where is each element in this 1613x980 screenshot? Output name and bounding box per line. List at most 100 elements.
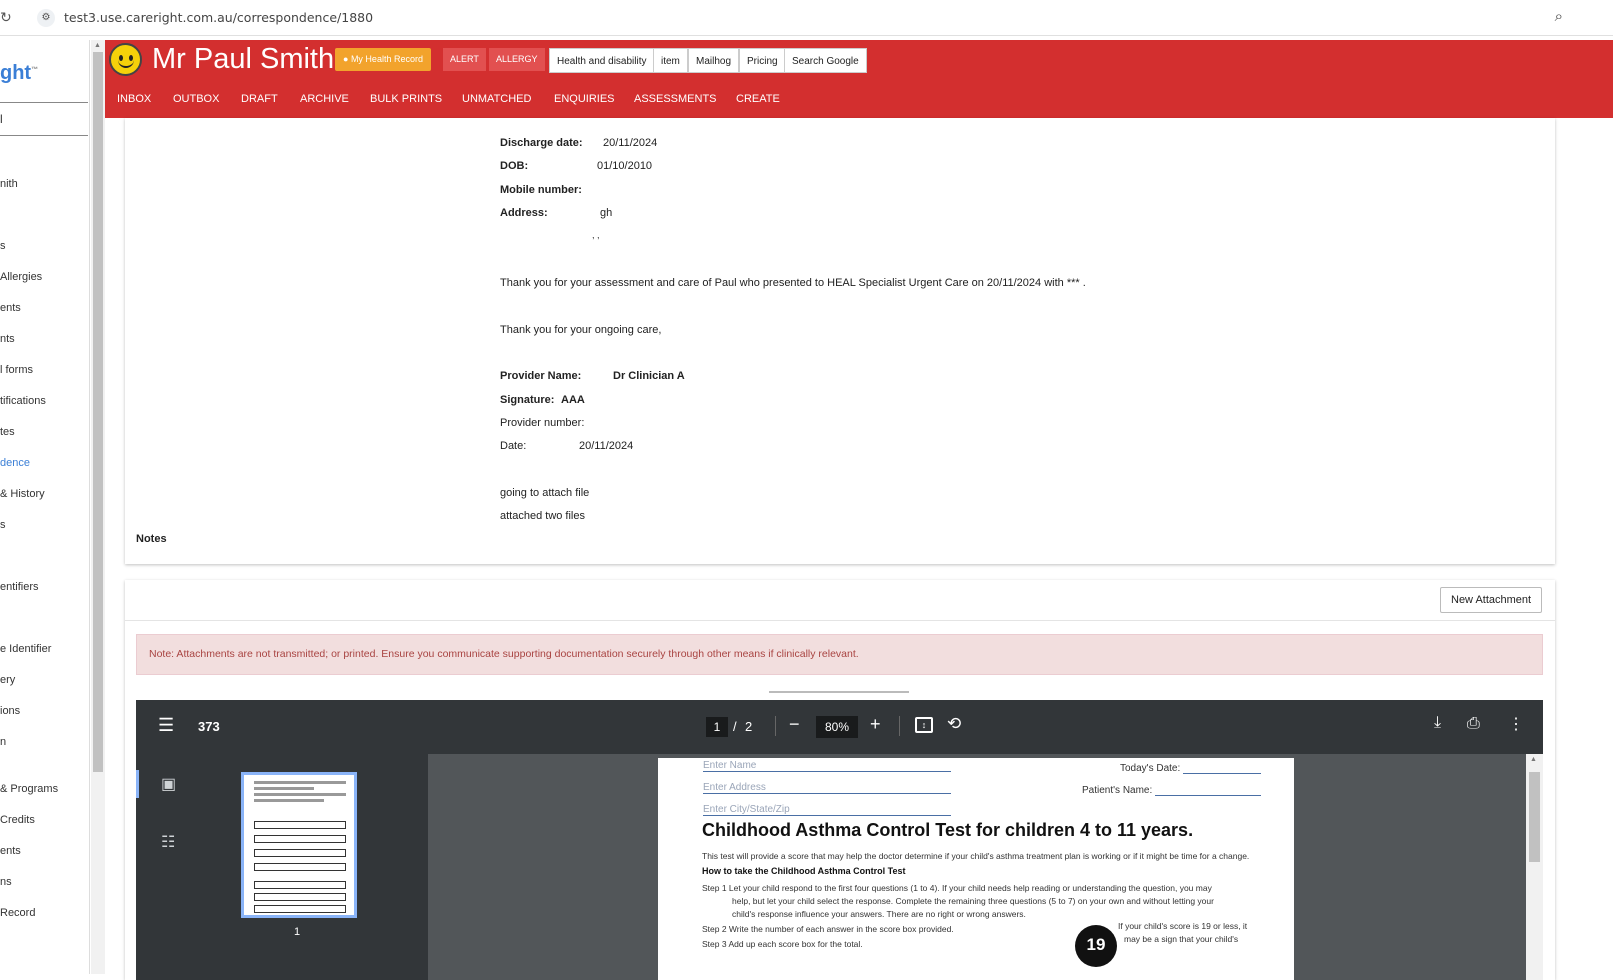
sidebar-item-10[interactable]: s: [0, 519, 6, 531]
patients-name-label: Patient's Name:: [1082, 785, 1153, 796]
sidebar-item-2[interactable]: Allergies: [0, 271, 42, 283]
address-line2: , ,: [592, 230, 600, 240]
tab-bulk-prints[interactable]: BULK PRINTS: [370, 93, 442, 105]
zoom-input[interactable]: 80%: [816, 716, 858, 738]
sidebar-item-5[interactable]: l forms: [0, 364, 33, 376]
rotate-icon[interactable]: ⟲: [947, 714, 961, 734]
tab-archive[interactable]: ARCHIVE: [300, 93, 349, 105]
pdf-scrollbar[interactable]: ▲: [1526, 754, 1543, 980]
provider-number-label: Provider number:: [500, 417, 585, 429]
sidebar-item-14[interactable]: ions: [0, 705, 20, 717]
pdf-toolbar: ☰ 373 1 / 2 − 80% + ↕ ⟲ ⤓ ⎙ ⋮: [136, 700, 1543, 754]
page-number-input[interactable]: 1: [706, 717, 728, 737]
enter-city-field[interactable]: Enter City/State/Zip: [703, 804, 951, 816]
enter-name-field[interactable]: Enter Name: [703, 760, 951, 772]
browser-address-bar: ↻ ⚙ test3.use.careright.com.au/correspon…: [0, 0, 1613, 36]
zoom-out-icon[interactable]: −: [789, 714, 800, 735]
tab-inbox[interactable]: INBOX: [117, 93, 151, 105]
zoom-in-icon[interactable]: +: [870, 714, 881, 735]
sidebar-item-6[interactable]: tifications: [0, 395, 46, 407]
pdf-document-title: Childhood Asthma Control Test for childr…: [702, 820, 1194, 840]
smiley-avatar-icon: [109, 43, 142, 76]
thumbnail-page-number: 1: [294, 926, 301, 938]
sidebar-item-15[interactable]: n: [0, 736, 6, 748]
site-settings-icon[interactable]: ⚙: [37, 9, 55, 27]
badge-text-line1: If your child's score is 19 or less, it: [1118, 921, 1248, 931]
pdf-step2: Step 2 Write the number of each answer i…: [702, 924, 954, 934]
pdf-step1-line1: Step 1 Let your child respond to the fir…: [702, 883, 1212, 893]
sidebar-item-1[interactable]: s: [0, 240, 6, 252]
link-item[interactable]: item: [653, 48, 688, 73]
sidebar-scrollbar[interactable]: ▲: [91, 40, 105, 974]
sidebar-item-8[interactable]: dence: [0, 457, 30, 469]
notes-heading: Notes: [136, 533, 167, 545]
signature-value: AAA: [561, 394, 585, 406]
discharge-date-label: Discharge date:: [500, 137, 583, 149]
resize-handle[interactable]: [769, 691, 909, 693]
patients-name-field[interactable]: [1155, 782, 1261, 796]
reload-icon[interactable]: ↻: [0, 9, 12, 26]
download-icon[interactable]: ⤓: [1434, 714, 1441, 732]
my-health-record-button[interactable]: ● My Health Record: [335, 48, 431, 71]
pdf-title: 373: [198, 719, 220, 734]
sidebar-item-20[interactable]: Record: [0, 907, 35, 919]
tab-outbox[interactable]: OUTBOX: [173, 93, 219, 105]
sidebar-selector[interactable]: l: [0, 112, 3, 126]
tab-assessments[interactable]: ASSESSMENTS: [634, 93, 717, 105]
print-icon[interactable]: ⎙: [1467, 715, 1480, 733]
sidebar-item-7[interactable]: tes: [0, 426, 15, 438]
date-label: Date:: [500, 440, 527, 452]
page-separator: /: [733, 719, 737, 734]
sidebar-item-4[interactable]: nts: [0, 333, 15, 345]
tab-enquiries[interactable]: ENQUIRIES: [554, 93, 615, 105]
left-sidebar: ght™ l nith s Allergies ents nts l forms tifi…: [0, 40, 90, 974]
enter-address-field[interactable]: Enter Address: [703, 782, 951, 794]
allergy-button[interactable]: ALLERGY: [489, 48, 545, 71]
url-text[interactable]: test3.use.careright.com.au/correspondenc…: [64, 10, 373, 25]
sidebar-item-19[interactable]: ns: [0, 876, 12, 888]
todays-date-field[interactable]: [1183, 760, 1261, 774]
pdf-how-to-heading: How to take the Childhood Asthma Control…: [702, 866, 906, 876]
outline-icon[interactable]: ☷: [161, 832, 175, 852]
zoom-icon[interactable]: ⌕: [1555, 8, 1563, 25]
discharge-date-value: 20/11/2024: [603, 137, 658, 149]
letter-card: Discharge date: 20/11/2024 DOB: 01/10/20…: [125, 118, 1555, 564]
link-pricing[interactable]: Pricing: [739, 48, 786, 73]
attachments-card: New Attachment Note: Attachments are not…: [125, 580, 1555, 980]
page-thumbnail[interactable]: [241, 772, 357, 918]
note-line-1: going to attach file: [500, 487, 590, 499]
sidebar-item-16[interactable]: & Programs: [0, 783, 58, 795]
sidebar-item-18[interactable]: ents: [0, 845, 21, 857]
link-health-and-disability[interactable]: Health and disability: [549, 48, 655, 73]
pdf-sidebar: ▣ ☷ 1: [136, 754, 428, 980]
signature-label: Signature:: [500, 394, 555, 406]
sidebar-item-11[interactable]: entifiers: [0, 581, 39, 593]
thumbnails-icon[interactable]: ▣: [161, 774, 176, 794]
tab-unmatched[interactable]: UNMATCHED: [462, 93, 531, 105]
pdf-step3: Step 3 Add up each score box for the tot…: [702, 939, 863, 949]
pdf-viewer: ☰ 373 1 / 2 − 80% + ↕ ⟲ ⤓ ⎙ ⋮ ▣ ☷ 1 Ente…: [136, 700, 1543, 980]
sidebar-item-3[interactable]: ents: [0, 302, 21, 314]
alert-button[interactable]: ALERT: [443, 48, 486, 71]
pdf-page: Enter Name Enter Address Enter City/Stat…: [658, 758, 1294, 980]
tab-create[interactable]: CREATE: [736, 93, 780, 105]
mobile-label: Mobile number:: [500, 184, 582, 196]
sidebar-item-13[interactable]: ery: [0, 674, 15, 686]
sidebar-item-17[interactable]: Credits: [0, 814, 35, 826]
sidebar-item-0[interactable]: nith: [0, 178, 18, 190]
pdf-step1-line3: child's response influence your answers.…: [732, 909, 1026, 919]
note-line-2: attached two files: [500, 510, 585, 522]
new-attachment-button[interactable]: New Attachment: [1440, 587, 1543, 613]
link-search-google[interactable]: Search Google: [784, 48, 867, 73]
badge-text-line2: may be a sign that your child's: [1124, 934, 1239, 944]
sidebar-item-9[interactable]: & History: [0, 488, 45, 500]
link-mailhog[interactable]: Mailhog: [688, 48, 740, 73]
fit-page-icon[interactable]: ↕: [915, 717, 933, 733]
menu-icon[interactable]: ☰: [158, 715, 174, 736]
more-options-icon[interactable]: ⋮: [1508, 714, 1524, 734]
patient-name: Mr Paul Smith: [152, 43, 335, 75]
sidebar-item-12[interactable]: e Identifier: [0, 643, 51, 655]
provider-name-label: Provider Name:: [500, 370, 582, 382]
address-label: Address:: [500, 207, 548, 219]
tab-draft[interactable]: DRAFT: [241, 93, 278, 105]
